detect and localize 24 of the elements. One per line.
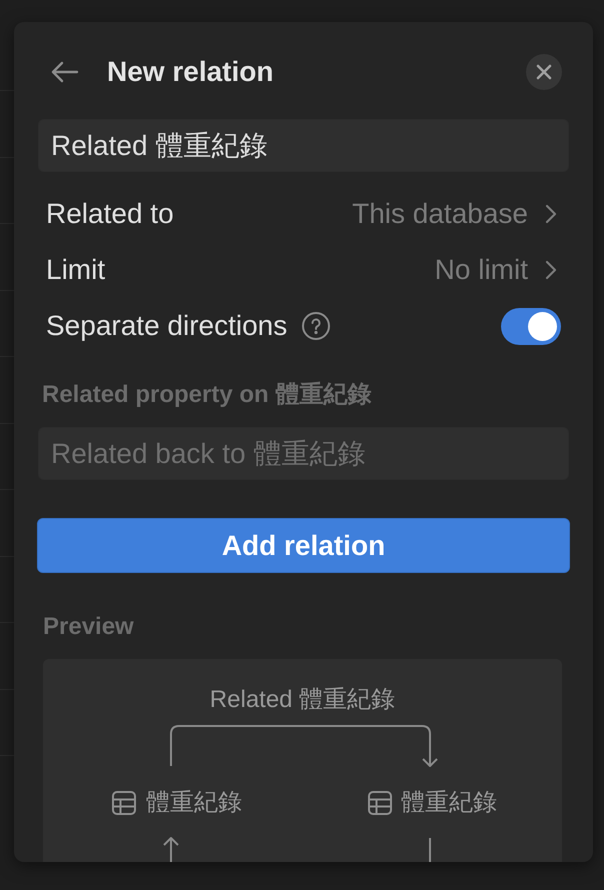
chevron-right-icon — [545, 204, 557, 224]
setting-label: Related to — [46, 198, 174, 230]
related-property-field[interactable]: Related back to 體重紀錄 — [38, 427, 569, 480]
table-icon — [368, 791, 392, 815]
relation-name-field[interactable]: Related 體重紀錄 — [38, 119, 569, 172]
dialog-title: New relation — [107, 56, 274, 88]
close-icon — [536, 64, 552, 80]
section-label: Related property on 體重紀錄 — [42, 382, 372, 408]
toggle-switch[interactable] — [501, 308, 561, 344]
add-relation-button[interactable]: Add relation — [37, 518, 570, 573]
value-picker[interactable]: No limit — [434, 254, 557, 286]
table-icon — [112, 791, 136, 815]
target-database: 體重紀錄 — [401, 790, 497, 816]
setting-label: Separate directions — [46, 310, 288, 342]
source-database: 體重紀錄 — [146, 790, 242, 816]
chevron-right-icon — [545, 260, 557, 280]
back-button[interactable] — [51, 60, 79, 84]
close-button[interactable] — [526, 54, 562, 90]
preview-label: Preview — [43, 614, 134, 640]
back-arrow-icon — [51, 61, 79, 83]
setting-label: Limit — [46, 254, 106, 286]
relation-label: Related 體重紀錄 — [210, 687, 396, 713]
value-picker[interactable]: This database — [352, 198, 557, 230]
help-icon[interactable] — [302, 312, 330, 340]
